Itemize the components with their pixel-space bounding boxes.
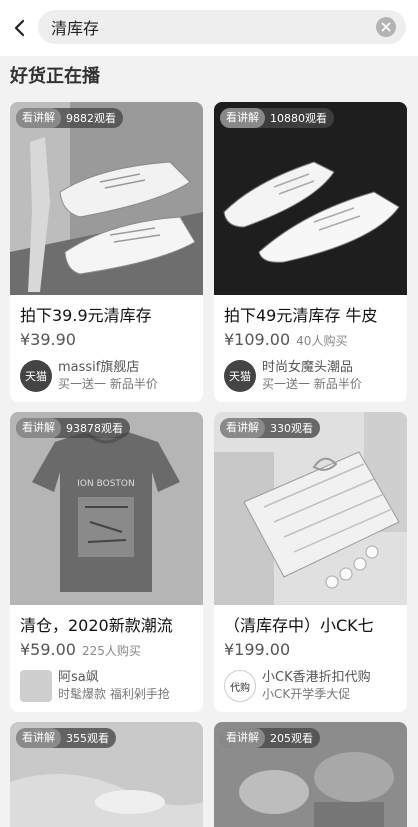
product-image[interactable]: 看讲解 330观看 xyxy=(214,412,407,605)
live-badge: 看讲解 10880观看 xyxy=(220,108,334,128)
product-price: ¥39.90 xyxy=(20,330,76,349)
shop-logo: 天猫 xyxy=(224,360,256,392)
live-badge: 看讲解 355观看 xyxy=(16,728,116,748)
product-card[interactable]: 看讲解 205观看 xyxy=(214,722,407,827)
section-title: 好货正在播 xyxy=(10,66,100,87)
live-badge: 看讲解 9882观看 xyxy=(16,108,123,128)
shop-info[interactable]: 阿sa飒 时髦爆款 福利剁手抢 xyxy=(20,667,193,705)
shop-tags: 买一送一 新品半价 xyxy=(58,377,158,391)
live-tag: 看讲解 xyxy=(220,108,265,128)
shop-info[interactable]: 天猫 massif旗舰店 买一送一 新品半价 xyxy=(20,357,193,395)
live-badge: 看讲解 93878观看 xyxy=(16,418,130,438)
product-price: ¥109.00 xyxy=(224,330,291,349)
product-title: 拍下39.9元清库存 xyxy=(20,306,152,325)
shop-tags: 时髦爆款 福利剁手抢 xyxy=(58,687,170,701)
shop-logo xyxy=(20,670,52,702)
shop-tags: 小CK开学季大促 xyxy=(262,687,351,701)
shop-tags: 买一送一 新品半价 xyxy=(262,377,362,391)
product-image[interactable]: 看讲解 355观看 xyxy=(10,722,203,827)
viewer-count: 93878观看 xyxy=(66,422,123,435)
viewer-count: 205观看 xyxy=(270,732,313,745)
product-card[interactable]: 看讲解 9882观看 拍下39.9元清库存 ¥39.90 天猫 massif旗舰… xyxy=(10,102,203,402)
product-title: 清仓，2020新款潮流 xyxy=(20,616,173,635)
live-badge: 看讲解 330观看 xyxy=(220,418,320,438)
product-card[interactable]: 看讲解 330观看 （清库存中）小CK七 ¥199.00 代购 小CK香港折扣代… xyxy=(214,412,407,712)
shirt-print: ION BOSTON xyxy=(77,479,134,489)
product-card[interactable]: 看讲解 355观看 xyxy=(10,722,203,827)
product-title: 拍下49元清库存 牛皮 xyxy=(224,306,378,325)
sold-count: 225人购买 xyxy=(81,644,141,658)
live-badge: 看讲解 205观看 xyxy=(220,728,320,748)
shop-name: 时尚女魔头潮品 xyxy=(262,360,354,375)
product-price: ¥59.00 xyxy=(20,640,76,659)
product-card[interactable]: ION BOSTON 看讲解 93878观看 清仓，2020新款潮流 ¥59.0… xyxy=(10,412,203,712)
product-image[interactable]: 看讲解 9882观看 xyxy=(10,102,203,295)
live-tag: 看讲解 xyxy=(16,108,61,128)
viewer-count: 10880观看 xyxy=(270,112,327,125)
top-bar xyxy=(0,0,418,56)
clear-search-button[interactable] xyxy=(376,17,396,37)
live-tag: 看讲解 xyxy=(16,728,61,748)
product-price: ¥199.00 xyxy=(224,640,291,659)
viewer-count: 9882观看 xyxy=(66,112,116,125)
back-button[interactable] xyxy=(2,10,38,46)
product-image[interactable]: ION BOSTON 看讲解 93878观看 xyxy=(10,412,203,605)
shop-name: 小CK香港折扣代购 xyxy=(262,670,371,685)
shop-name: massif旗舰店 xyxy=(58,360,140,375)
search-bar[interactable] xyxy=(38,10,406,44)
live-tag: 看讲解 xyxy=(220,418,265,438)
product-card[interactable]: 看讲解 10880观看 拍下49元清库存 牛皮 ¥109.00 40人购买 天猫… xyxy=(214,102,407,402)
shop-logo: 天猫 xyxy=(20,360,52,392)
shop-logo: 代购 xyxy=(224,670,256,702)
close-icon xyxy=(381,22,391,32)
search-input[interactable] xyxy=(51,12,351,42)
product-title: （清库存中）小CK七 xyxy=(224,616,374,635)
viewer-count: 330观看 xyxy=(270,422,313,435)
shop-info[interactable]: 天猫 时尚女魔头潮品 买一送一 新品半价 xyxy=(224,357,397,395)
live-tag: 看讲解 xyxy=(220,728,265,748)
shop-name: 阿sa飒 xyxy=(58,670,99,685)
shop-info[interactable]: 代购 小CK香港折扣代购 小CK开学季大促 xyxy=(224,667,397,705)
product-image[interactable]: 看讲解 10880观看 xyxy=(214,102,407,295)
product-image[interactable]: 看讲解 205观看 xyxy=(214,722,407,827)
live-tag: 看讲解 xyxy=(16,418,61,438)
viewer-count: 355观看 xyxy=(66,732,109,745)
sold-count: 40人购买 xyxy=(296,334,348,348)
back-arrow-icon xyxy=(14,19,25,37)
